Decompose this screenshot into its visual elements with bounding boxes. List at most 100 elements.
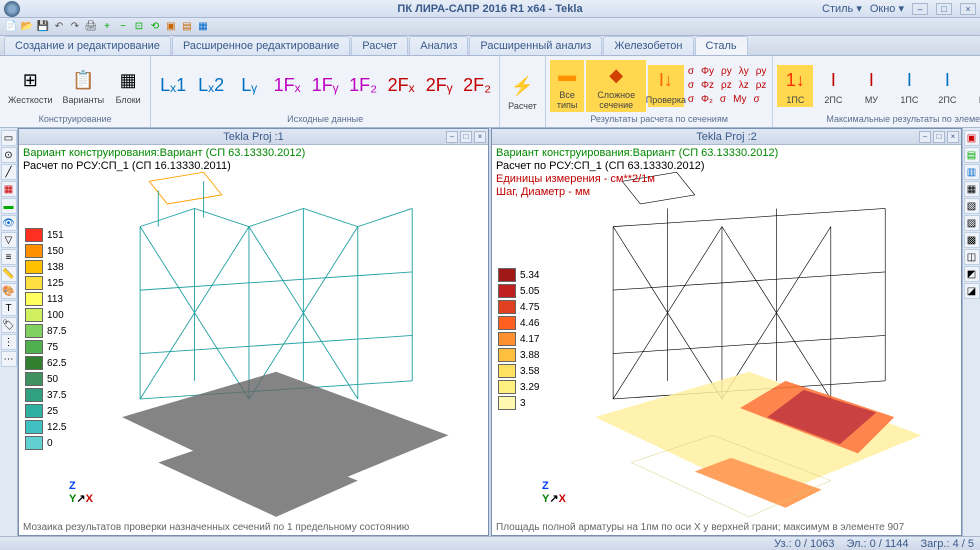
ribbon-btn-Варианты[interactable]: 📋Варианты	[59, 65, 109, 107]
ribbon-btn-1F₂[interactable]: 1F₂	[345, 70, 381, 102]
tool-more2-icon[interactable]: ⋯	[1, 351, 17, 367]
qat-grid-icon[interactable]: ▦	[196, 20, 210, 34]
legend-left: 15115013812511310087.57562.55037.52512.5…	[25, 228, 66, 452]
pane-min-icon[interactable]: –	[919, 131, 931, 143]
pane-max-icon[interactable]: □	[460, 131, 472, 143]
pane-max-icon[interactable]: □	[933, 131, 945, 143]
ribbon-btn-Lₓ2[interactable]: Lₓ2	[193, 70, 229, 102]
ribbon-btn-2Fₓ[interactable]: 2Fₓ	[383, 70, 419, 102]
ribbon-small-Φ₂[interactable]: Φ₂	[699, 93, 715, 106]
ribbon-small-Φz[interactable]: Φz	[699, 79, 716, 92]
viewport-left[interactable]: Tekla Proj :1 –□× Вариант конструировани…	[18, 128, 489, 536]
ribbon-btn-2Fᵧ[interactable]: 2Fᵧ	[421, 70, 457, 102]
ribbon-btn-2ПС[interactable]: I2ПС	[929, 65, 965, 107]
ribbon-small-σ[interactable]: σ	[686, 65, 696, 78]
ribbon-btn-Lᵧ[interactable]: Lᵧ	[231, 70, 267, 102]
rtool-1-icon[interactable]: ▣	[964, 130, 980, 146]
qat-save-icon[interactable]: 💾	[36, 20, 50, 34]
pane-right-header: Вариант конструирования:Вариант (СП 63.1…	[496, 147, 778, 199]
tab-5[interactable]: Железобетон	[603, 36, 693, 55]
rtool-10-icon[interactable]: ◪	[964, 283, 980, 299]
ribbon-btn-Блоки[interactable]: ▦Блоки	[110, 65, 146, 107]
model-right	[492, 145, 961, 535]
ribbon-btn-1Fₓ[interactable]: 1Fₓ	[269, 70, 305, 102]
ribbon-btn-2ПС[interactable]: I2ПС	[815, 65, 851, 107]
qat-view2-icon[interactable]: ▤	[180, 20, 194, 34]
tool-grid-icon[interactable]: ▦	[1, 181, 17, 197]
rtool-5-icon[interactable]: ▧	[964, 198, 980, 214]
pane-min-icon[interactable]: –	[446, 131, 458, 143]
ribbon-small-ρy[interactable]: ρy	[719, 65, 734, 78]
ribbon-small-Φy[interactable]: Φy	[699, 65, 716, 78]
rtool-8-icon[interactable]: ◫	[964, 249, 980, 265]
ribbon-small-λy[interactable]: λy	[737, 65, 751, 78]
ribbon-small-σ[interactable]: σ	[752, 93, 762, 106]
pane-right-title: Tekla Proj :2 –□×	[492, 129, 961, 145]
ribbon-small-Му[interactable]: Му	[731, 93, 748, 106]
tool-text-icon[interactable]: T	[1, 300, 17, 316]
tool-select-icon[interactable]: ▭	[1, 130, 17, 146]
qat-new-icon[interactable]: 📄	[4, 20, 18, 34]
pane-left-title: Tekla Proj :1 –□×	[19, 129, 488, 145]
minimize-button[interactable]: –	[912, 3, 928, 15]
pane-close-icon[interactable]: ×	[474, 131, 486, 143]
ribbon-btn-МУ[interactable]: IМУ	[967, 65, 980, 107]
qat-undo-icon[interactable]: ↶	[52, 20, 66, 34]
rtool-3-icon[interactable]: ▥	[964, 164, 980, 180]
ribbon-small-ρy[interactable]: ρy	[754, 65, 769, 78]
model-left	[19, 145, 488, 535]
tool-line-icon[interactable]: ╱	[1, 164, 17, 180]
tab-0[interactable]: Создание и редактирование	[4, 36, 171, 55]
ribbon-btn-Все типы[interactable]: ▬Все типы	[550, 60, 585, 112]
tool-plate-icon[interactable]: ▬	[1, 198, 17, 214]
ribbon-btn-Жесткости[interactable]: ⊞Жесткости	[4, 65, 57, 107]
qat-view1-icon[interactable]: ▣	[164, 20, 178, 34]
tool-view-icon[interactable]: 👁	[1, 215, 17, 231]
ribbon-small-λz[interactable]: λz	[737, 79, 751, 92]
ribbon-small-σ[interactable]: σ	[686, 93, 696, 106]
tool-filter-icon[interactable]: ▽	[1, 232, 17, 248]
ribbon-small-σ[interactable]: σ	[718, 93, 728, 106]
viewport-right[interactable]: Tekla Proj :2 –□× Вариант конструировани…	[491, 128, 962, 536]
ribbon-small-ρz[interactable]: ρz	[719, 79, 734, 92]
window-menu[interactable]: Окно ▾	[870, 2, 904, 15]
qat-open-icon[interactable]: 📂	[20, 20, 34, 34]
tab-2[interactable]: Расчет	[351, 36, 408, 55]
tool-color-icon[interactable]: 🎨	[1, 283, 17, 299]
ribbon-btn-Расчет[interactable]: ⚡Расчет	[504, 71, 541, 113]
ribbon-btn-1Fᵧ[interactable]: 1Fᵧ	[307, 70, 343, 102]
qat-print-icon[interactable]: 🖨	[84, 20, 98, 34]
tab-6[interactable]: Сталь	[695, 36, 748, 55]
rtool-2-icon[interactable]: ▤	[964, 147, 980, 163]
ribbon-small-σ[interactable]: σ	[686, 79, 696, 92]
tab-1[interactable]: Расширенное редактирование	[172, 36, 350, 55]
close-button[interactable]: ×	[960, 3, 976, 15]
qat-fit-icon[interactable]: ⊡	[132, 20, 146, 34]
maximize-button[interactable]: □	[936, 3, 952, 15]
ribbon-btn-Проверка[interactable]: I↓Проверка	[648, 65, 684, 107]
ribbon-btn-Lₓ1[interactable]: Lₓ1	[155, 70, 191, 102]
rtool-7-icon[interactable]: ▩	[964, 232, 980, 248]
tab-4[interactable]: Расширенный анализ	[469, 36, 602, 55]
tool-label-icon[interactable]: 🏷	[1, 317, 17, 333]
rtool-4-icon[interactable]: ▦	[964, 181, 980, 197]
tool-layers-icon[interactable]: ≡	[1, 249, 17, 265]
ribbon-btn-Сложное сечение[interactable]: ◆Сложное сечение	[586, 60, 645, 112]
rtool-9-icon[interactable]: ◩	[964, 266, 980, 282]
ribbon-btn-1ПС[interactable]: 1↓1ПС	[777, 65, 813, 107]
tool-node-icon[interactable]: ⊙	[1, 147, 17, 163]
qat-rotate-icon[interactable]: ⟲	[148, 20, 162, 34]
tab-3[interactable]: Анализ	[409, 36, 468, 55]
ribbon-btn-МУ[interactable]: IМУ	[853, 65, 889, 107]
ribbon-btn-1ПС[interactable]: I1ПС	[891, 65, 927, 107]
qat-redo-icon[interactable]: ↷	[68, 20, 82, 34]
qat-zoom-in-icon[interactable]: +	[100, 20, 114, 34]
tool-measure-icon[interactable]: 📏	[1, 266, 17, 282]
tool-more1-icon[interactable]: ⋮	[1, 334, 17, 350]
rtool-6-icon[interactable]: ▨	[964, 215, 980, 231]
ribbon-small-ρz[interactable]: ρz	[754, 79, 769, 92]
ribbon-btn-2F₂[interactable]: 2F₂	[459, 70, 495, 102]
style-menu[interactable]: Стиль ▾	[822, 2, 862, 15]
qat-zoom-out-icon[interactable]: −	[116, 20, 130, 34]
pane-close-icon[interactable]: ×	[947, 131, 959, 143]
